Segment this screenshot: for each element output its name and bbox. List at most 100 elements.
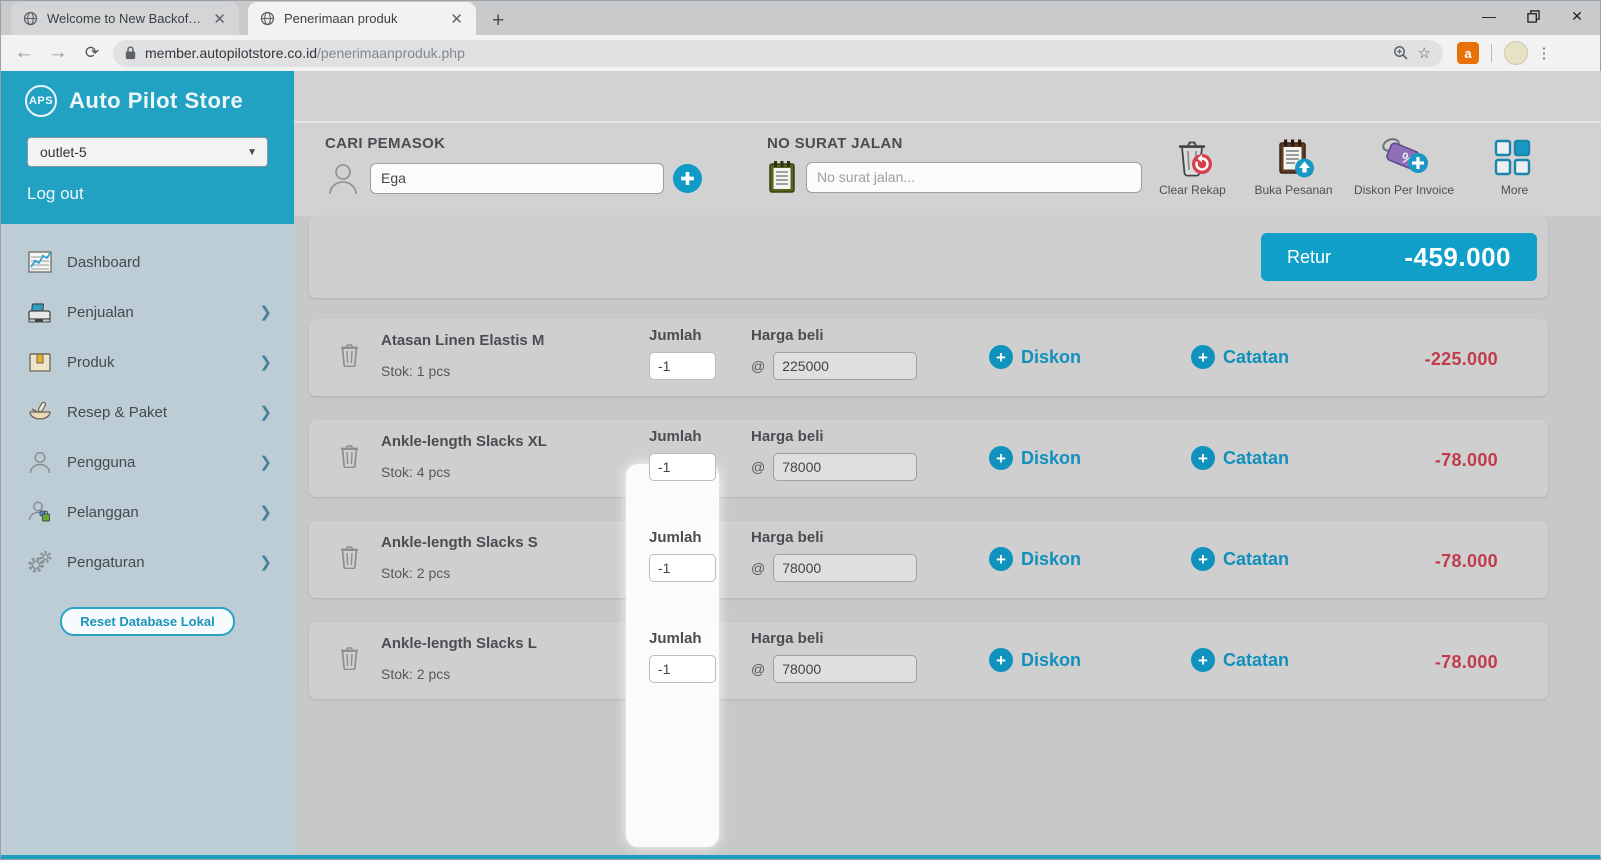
- jumlah-input[interactable]: [649, 554, 716, 582]
- sidebar-item-produk[interactable]: Produk ❯: [1, 337, 294, 387]
- browser-tab-inactive[interactable]: Welcome to New Backoffice ✕: [11, 2, 239, 35]
- plus-icon: +: [989, 547, 1013, 571]
- add-diskon-button[interactable]: + Diskon: [989, 547, 1081, 571]
- new-tab-button[interactable]: +: [492, 10, 504, 31]
- product-stock: Stok: 2 pcs: [381, 565, 450, 581]
- sidebar-item-label: Pengguna: [67, 454, 245, 471]
- sidebar-item-pelanggan[interactable]: Pelanggan ❯: [1, 487, 294, 537]
- jumlah-label: Jumlah: [649, 327, 702, 344]
- sidebar-header: APS Auto Pilot Store outlet-5 ▼ Log out: [1, 71, 294, 224]
- cash-register-icon: [27, 299, 53, 325]
- address-bar[interactable]: member.autopilotstore.co.id/penerimaanpr…: [113, 40, 1443, 67]
- chrome-menu-icon[interactable]: ⋮: [1536, 44, 1552, 62]
- sidebar-item-pengaturan[interactable]: Pengaturan ❯: [1, 537, 294, 587]
- harga-beli-input[interactable]: [773, 655, 917, 683]
- surat-jalan-input[interactable]: [806, 162, 1142, 193]
- tab-close-icon[interactable]: ✕: [447, 10, 466, 28]
- delete-row-icon[interactable]: [340, 444, 359, 468]
- bookmark-star-icon[interactable]: ☆: [1418, 44, 1431, 62]
- page-header: CARI PEMASOK NO SURAT JALAN: [294, 71, 1601, 216]
- notepad-icon: [767, 160, 797, 194]
- harga-beli-input[interactable]: [773, 554, 917, 582]
- harga-beli-input[interactable]: [773, 453, 917, 481]
- surat-jalan-label: NO SURAT JALAN: [767, 135, 1142, 152]
- plus-icon: +: [989, 345, 1013, 369]
- sidebar-item-label: Penjualan: [67, 304, 245, 321]
- delete-row-icon[interactable]: [340, 545, 359, 569]
- plus-icon: +: [1191, 345, 1215, 369]
- add-catatan-button[interactable]: + Catatan: [1191, 345, 1289, 369]
- chevron-right-icon: ❯: [259, 503, 272, 521]
- customer-bag-icon: [27, 499, 53, 525]
- sidebar-item-penjualan[interactable]: Penjualan ❯: [1, 287, 294, 337]
- logout-link[interactable]: Log out: [27, 184, 294, 204]
- bottom-accent-bar: [1, 855, 1600, 859]
- jumlah-label: Jumlah: [649, 529, 702, 546]
- add-supplier-icon[interactable]: [673, 164, 702, 193]
- diskon-per-invoice-button[interactable]: % Diskon Per Invoice: [1344, 135, 1464, 214]
- harga-beli-label: Harga beli: [751, 428, 824, 445]
- delete-row-icon[interactable]: [340, 343, 359, 367]
- sidebar-item-dashboard[interactable]: Dashboard: [1, 237, 294, 287]
- add-diskon-button[interactable]: + Diskon: [989, 345, 1081, 369]
- sidebar-menu: Dashboard Penjualan ❯ Produk ❯: [1, 224, 294, 636]
- sidebar-item-resep-paket[interactable]: Resep & Paket ❯: [1, 387, 294, 437]
- back-icon[interactable]: ←: [11, 42, 37, 64]
- product-row: Ankle-length Slacks S Stok: 2 pcs Jumlah…: [309, 521, 1548, 598]
- harga-beli-label: Harga beli: [751, 630, 824, 647]
- outlet-select[interactable]: outlet-5 ▼: [27, 137, 268, 167]
- clear-rekap-button[interactable]: Clear Rekap: [1142, 135, 1243, 214]
- browser-tab-active[interactable]: Penerimaan produk ✕: [248, 2, 476, 35]
- harga-beli-label: Harga beli: [751, 529, 824, 546]
- plus-icon: +: [989, 648, 1013, 672]
- retur-summary-card: Retur -459.000: [309, 216, 1548, 298]
- dashboard-chart-icon: [27, 249, 53, 275]
- chevron-down-icon: ▼: [247, 147, 257, 158]
- reset-database-button[interactable]: Reset Database Lokal: [60, 607, 234, 636]
- add-diskon-button[interactable]: + Diskon: [989, 446, 1081, 470]
- more-button[interactable]: More: [1464, 135, 1565, 214]
- product-row: Atasan Linen Elastis M Stok: 1 pcs Jumla…: [309, 319, 1548, 396]
- brand-title: Auto Pilot Store: [69, 88, 243, 114]
- extension-bag-icon[interactable]: a: [1457, 42, 1479, 64]
- add-catatan-button[interactable]: + Catatan: [1191, 446, 1289, 470]
- add-catatan-button[interactable]: + Catatan: [1191, 547, 1289, 571]
- restore-icon[interactable]: [1526, 9, 1540, 23]
- product-name: Atasan Linen Elastis M: [381, 332, 544, 349]
- retur-total-button[interactable]: Retur -459.000: [1261, 233, 1537, 281]
- window-controls: — ✕: [1482, 1, 1594, 31]
- zoom-page-icon[interactable]: [1393, 45, 1409, 61]
- jumlah-input[interactable]: [649, 352, 716, 380]
- buka-pesanan-button[interactable]: Buka Pesanan: [1243, 135, 1344, 214]
- row-subtotal: -78.000: [1435, 652, 1498, 673]
- reload-icon[interactable]: ⟳: [79, 43, 105, 63]
- chevron-right-icon: ❯: [259, 453, 272, 471]
- supplier-input[interactable]: [370, 163, 664, 194]
- supplier-person-icon: [325, 160, 361, 196]
- sidebar: APS Auto Pilot Store outlet-5 ▼ Log out …: [1, 71, 294, 857]
- retur-total: -459.000: [1404, 242, 1511, 273]
- url-text: member.autopilotstore.co.id/penerimaanpr…: [145, 45, 465, 61]
- jumlah-input[interactable]: [649, 453, 716, 481]
- delete-row-icon[interactable]: [340, 646, 359, 670]
- jumlah-input[interactable]: [649, 655, 716, 683]
- profile-avatar[interactable]: [1504, 41, 1528, 65]
- harga-beli-input[interactable]: [773, 352, 917, 380]
- main-content: CARI PEMASOK NO SURAT JALAN: [294, 71, 1601, 857]
- forward-icon[interactable]: →: [45, 42, 71, 64]
- browser-tab-strip: Welcome to New Backoffice ✕ Penerimaan p…: [1, 1, 1600, 35]
- sidebar-item-pengguna[interactable]: Pengguna ❯: [1, 437, 294, 487]
- chevron-right-icon: ❯: [259, 353, 272, 371]
- row-subtotal: -78.000: [1435, 551, 1498, 572]
- add-diskon-button[interactable]: + Diskon: [989, 648, 1081, 672]
- minimize-icon[interactable]: —: [1482, 9, 1496, 23]
- tab-close-icon[interactable]: ✕: [210, 10, 229, 28]
- at-sign: @: [751, 459, 765, 475]
- sidebar-item-label: Pelanggan: [67, 504, 245, 521]
- header-actions: Clear Rekap Buka Pesanan % Diskon Per In…: [1142, 135, 1601, 214]
- close-window-icon[interactable]: ✕: [1570, 9, 1584, 23]
- jumlah-label: Jumlah: [649, 630, 702, 647]
- at-sign: @: [751, 560, 765, 576]
- tab-title: Penerimaan produk: [284, 11, 438, 26]
- add-catatan-button[interactable]: + Catatan: [1191, 648, 1289, 672]
